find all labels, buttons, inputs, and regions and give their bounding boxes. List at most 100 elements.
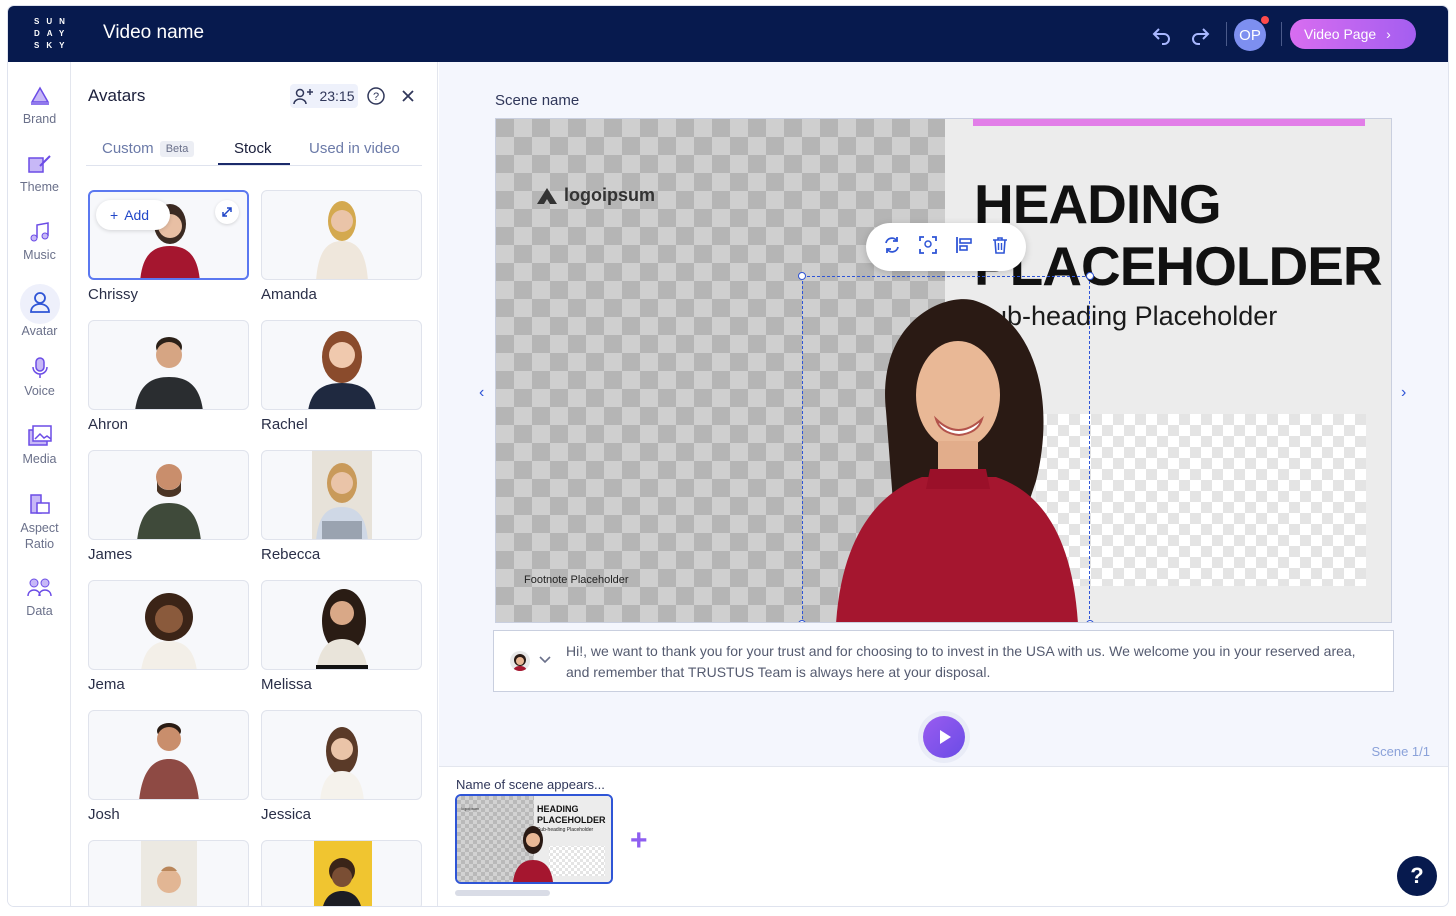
- avatars-panel: Avatars 23:15 ? Custom Beta Stock Used in…: [72, 62, 438, 906]
- svg-text:PLACEHOLDER: PLACEHOLDER: [537, 815, 606, 825]
- avatar-thumb[interactable]: [88, 450, 249, 540]
- avatar-card-jema[interactable]: Jema: [88, 580, 249, 693]
- avatar-card-melissa[interactable]: Melissa: [261, 580, 422, 693]
- help-icon[interactable]: ?: [366, 86, 386, 111]
- selection-box[interactable]: [802, 276, 1090, 622]
- avatar-thumb[interactable]: [261, 190, 422, 280]
- left-rail: Brand Theme Music Avatar Voice Media Asp…: [8, 62, 71, 906]
- logo-text: logoipsum: [564, 185, 655, 205]
- resize-handle[interactable]: [1086, 620, 1094, 622]
- avatar-card[interactable]: [261, 840, 422, 906]
- focus-icon[interactable]: [918, 235, 938, 260]
- avatar-card-amanda[interactable]: Amanda: [261, 190, 422, 303]
- avatar-card-jessica[interactable]: Jessica: [261, 710, 422, 823]
- avatar-photo: [141, 593, 197, 669]
- avatar-card[interactable]: [88, 840, 249, 906]
- rail-label-data: Data: [26, 604, 53, 618]
- tab-active-indicator: [218, 163, 290, 165]
- avatar-card-ahron[interactable]: Ahron: [88, 320, 249, 433]
- accent-bar: [973, 119, 1365, 126]
- svg-text:Sub-heading Placeholder: Sub-heading Placeholder: [537, 827, 593, 833]
- align-icon[interactable]: [954, 235, 974, 260]
- avatar-thumb[interactable]: [88, 710, 249, 800]
- avatar-thumb[interactable]: [261, 840, 422, 906]
- avatar-photo: [314, 841, 372, 906]
- rail-item-data[interactable]: Data: [8, 576, 71, 636]
- chevron-left-icon[interactable]: ‹: [479, 384, 484, 402]
- avatar-card-chrissy[interactable]: + Add Chrissy: [88, 190, 249, 303]
- stage-logo[interactable]: logoipsum: [536, 185, 655, 206]
- chevron-right-icon[interactable]: ›: [1401, 384, 1406, 402]
- logo-mark-icon: [537, 187, 557, 204]
- tab-used-in-video[interactable]: Used in video: [309, 140, 400, 157]
- rail-item-voice[interactable]: Voice: [8, 356, 71, 416]
- avatar-name: Rebecca: [261, 546, 321, 563]
- microphone-icon: [31, 357, 48, 378]
- add-avatar-button[interactable]: + Add: [96, 200, 170, 230]
- rail-item-theme[interactable]: Theme: [8, 152, 71, 212]
- avatar-thumb[interactable]: [261, 450, 422, 540]
- rail-item-avatar[interactable]: Avatar: [8, 284, 71, 344]
- avatar-photo: [316, 201, 368, 279]
- resize-handle[interactable]: [798, 272, 806, 280]
- trash-icon[interactable]: [990, 235, 1010, 260]
- avatar-photo: [320, 727, 364, 799]
- video-name-title[interactable]: Video name: [103, 22, 204, 44]
- close-icon[interactable]: [398, 86, 418, 111]
- video-page-button[interactable]: Video Page ›: [1290, 19, 1416, 49]
- avatar-card-james[interactable]: James: [88, 450, 249, 563]
- redo-icon[interactable]: [1188, 22, 1212, 46]
- avatar-photo: [137, 464, 201, 539]
- svg-text:HEADING: HEADING: [537, 804, 579, 814]
- avatar-tabs: Custom Beta Stock Used in video: [86, 134, 422, 166]
- notification-dot: [1261, 16, 1269, 24]
- avatar-card-rebecca[interactable]: Rebecca: [261, 450, 422, 563]
- scene-stage[interactable]: logoipsum HEADING PLACEHOLDER Sub-headin…: [495, 118, 1392, 623]
- add-scene-button[interactable]: +: [630, 824, 648, 858]
- chevron-down-icon[interactable]: [538, 653, 552, 672]
- scene-thumbnail-label: Name of scene appears...: [456, 777, 605, 792]
- avatar-photo: [316, 589, 368, 669]
- avatar-thumb[interactable]: [261, 320, 422, 410]
- resize-handle[interactable]: [798, 620, 806, 622]
- data-icon: [26, 578, 52, 597]
- avatar-photo: [139, 723, 199, 799]
- scene-thumbnail[interactable]: HEADING PLACEHOLDER Sub-heading Placehol…: [455, 794, 613, 884]
- scene-name[interactable]: Scene name: [495, 92, 579, 109]
- replace-icon[interactable]: [882, 235, 902, 260]
- scene-thumbnail-preview: HEADING PLACEHOLDER Sub-heading Placehol…: [457, 796, 611, 882]
- avatar-name: Chrissy: [88, 286, 139, 303]
- avatar-card-rachel[interactable]: Rachel: [261, 320, 422, 433]
- tab-stock[interactable]: Stock: [234, 140, 272, 157]
- rail-label-music: Music: [23, 248, 56, 262]
- avatar-thumb[interactable]: [261, 580, 422, 670]
- rail-item-aspect-ratio[interactable]: Aspect Ratio: [8, 492, 71, 568]
- sundaysky-logo: SUN DAY SKY: [34, 17, 72, 50]
- rail-item-music[interactable]: Music: [8, 220, 71, 280]
- avatar-thumb[interactable]: [261, 710, 422, 800]
- resize-handle[interactable]: [1086, 272, 1094, 280]
- expand-icon[interactable]: [215, 200, 239, 224]
- tab-custom[interactable]: Custom Beta: [102, 140, 195, 157]
- rail-label-voice: Voice: [24, 384, 55, 398]
- user-avatar[interactable]: OP: [1234, 19, 1266, 51]
- rail-item-brand[interactable]: Brand: [8, 84, 71, 144]
- scene-count: Scene 1/1: [1371, 744, 1430, 759]
- avatar-card-josh[interactable]: Josh: [88, 710, 249, 823]
- script-text[interactable]: Hi!, we want to thank you for your trust…: [566, 641, 1382, 683]
- avatar-thumb[interactable]: + Add: [88, 190, 249, 280]
- avatar-credits: 23:15: [290, 84, 358, 108]
- help-button[interactable]: ?: [1397, 856, 1437, 896]
- narrator-avatar[interactable]: [510, 651, 530, 671]
- undo-icon[interactable]: [1150, 22, 1174, 46]
- panel-title: Avatars: [88, 86, 146, 105]
- avatar-thumb[interactable]: [88, 320, 249, 410]
- app-window: SUN DAY SKY Video name OP Video Page › Bra…: [8, 6, 1448, 906]
- tab-custom-label: Custom: [102, 140, 154, 157]
- rail-item-media[interactable]: Media: [8, 424, 71, 484]
- avatar-thumb[interactable]: [88, 840, 249, 906]
- top-bar: SUN DAY SKY Video name OP Video Page ›: [8, 6, 1448, 62]
- footnote-placeholder[interactable]: Footnote Placeholder: [524, 574, 629, 586]
- avatar-thumb[interactable]: [88, 580, 249, 670]
- timeline-scrollbar[interactable]: [455, 890, 550, 896]
